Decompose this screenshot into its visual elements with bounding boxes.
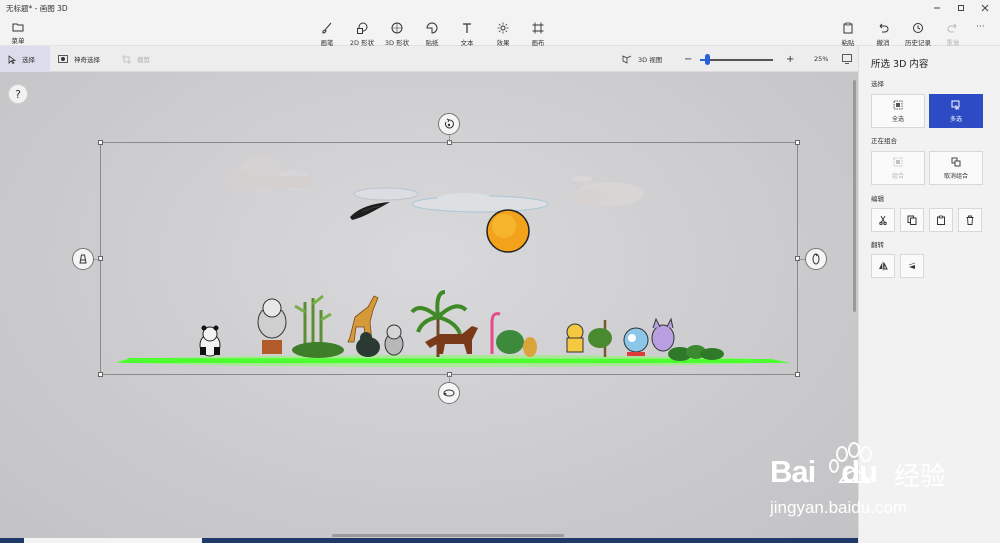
selection-bounding-box[interactable] [100,142,798,375]
flip-horizontal-icon [879,261,888,271]
bottom-strip-segment [24,538,202,543]
paste-panel-button[interactable] [929,208,953,232]
panel-title: 所选 3D 内容 [871,59,929,70]
rotate-connector [93,259,100,260]
ungroup-label: 取消组合 [943,172,968,180]
effects-icon [497,22,509,34]
flip-horizontal-button[interactable] [871,254,895,278]
group-label: 组合 [891,172,904,180]
flip-vertical-button[interactable] [900,254,924,278]
resize-handle-bottom-left[interactable] [98,372,103,377]
resize-handle-top-left[interactable] [98,140,103,145]
rotate-y-handle[interactable] [805,248,827,270]
shape-3d-icon [391,22,403,34]
copy-icon [907,215,917,225]
minimize-button[interactable] [926,0,948,16]
close-button[interactable] [974,0,996,16]
watermark-brand2: du [841,454,878,489]
crop-label: 裁剪 [137,56,150,64]
tool-canvas[interactable]: 画布 [516,22,560,47]
shape-2d-icon [357,22,368,34]
cursor-icon [8,54,16,64]
rotate-icon [443,389,455,397]
select-label: 选择 [22,56,35,64]
zoom-out-button[interactable]: − [676,46,700,72]
ungroup-button[interactable]: 取消组合 [929,151,983,185]
sticker-icon [426,22,438,34]
delete-icon [966,215,974,225]
help-button[interactable]: ? [8,84,28,104]
paste-icon [937,215,945,225]
select-all-button[interactable]: 全选 [871,94,925,128]
minimize-icon [934,7,940,9]
maximize-button[interactable] [950,0,972,16]
paste-icon [843,22,853,34]
maximize-icon [958,5,964,11]
undo-icon [879,23,889,33]
zoom-value: 25% [814,55,829,63]
magic-select-icon [58,55,68,63]
cut-icon [879,215,887,225]
magic-select-label: 神奇选择 [74,56,100,64]
multi-select-label: 多选 [949,115,962,123]
zoom-slider-thumb[interactable] [705,54,710,65]
rotate-x-handle[interactable] [438,113,460,135]
select-all-icon [893,100,903,109]
multi-select-button[interactable]: 多选 [929,94,983,128]
group-icon [893,157,903,166]
folder-icon [12,23,24,32]
resize-handle-top-right[interactable] [795,140,800,145]
canvas-icon [532,22,544,34]
copy-button[interactable] [900,208,924,232]
rotate-icon [445,118,454,129]
bottom-strip [0,538,858,543]
fit-to-screen-button[interactable] [834,46,860,72]
baidu-watermark: Bai du 经验 jingyan.baidu.com [770,440,998,520]
rotate-icon [812,253,820,265]
crop-icon [122,54,131,64]
flip-vertical-icon [908,262,916,269]
crop-button[interactable]: 裁剪 [114,46,158,72]
text-icon [463,23,471,33]
push-back-handle[interactable] [72,248,94,270]
window-title: 无标题* - 画图 3D [6,4,68,13]
group-button[interactable]: 组合 [871,151,925,185]
watermark-url: jingyan.baidu.com [770,498,908,517]
redo-button[interactable]: 重做 [931,22,975,47]
section-grouping: 正在组合 [871,137,897,145]
vertical-scrollbar[interactable] [853,80,856,312]
top-toolbar: 无标题* - 画图 3D 菜单 画笔 2D 形状 3D 形状 贴纸 文本 效果 … [0,0,1000,47]
select-all-label: 全选 [891,115,904,123]
select-tool-button[interactable]: 选择 [0,46,50,72]
menu-label: 菜单 [11,37,25,45]
section-select: 选择 [871,80,884,88]
history-icon [913,23,923,33]
section-flip: 翻转 [871,241,884,249]
multi-select-icon [951,100,960,110]
section-edit: 编辑 [871,195,884,203]
delete-button[interactable] [958,208,982,232]
brush-icon [322,22,332,34]
ungroup-icon [951,157,961,166]
view-3d-button[interactable]: 3D 视图 [614,46,670,72]
resize-handle-bottom-right[interactable] [795,372,800,377]
rotate-z-handle[interactable] [438,382,460,404]
horizontal-scrollbar[interactable] [332,534,564,537]
zoom-in-button[interactable]: + [778,46,802,72]
view-3d-label: 3D 视图 [638,56,663,64]
fit-screen-icon [842,54,852,64]
watermark-cn: 经验 [894,462,947,492]
redo-icon [947,23,957,33]
rotate-connector [449,135,450,142]
view-3d-icon [622,54,632,64]
magic-select-button[interactable]: 神奇选择 [50,46,108,72]
depth-icon [79,254,87,264]
close-icon [981,4,989,12]
zoom-slider-track[interactable] [700,59,773,61]
cut-button[interactable] [871,208,895,232]
more-button[interactable]: ··· [976,22,985,32]
watermark-brand: Bai [770,454,816,489]
menu-button[interactable]: 菜单 [6,22,30,45]
